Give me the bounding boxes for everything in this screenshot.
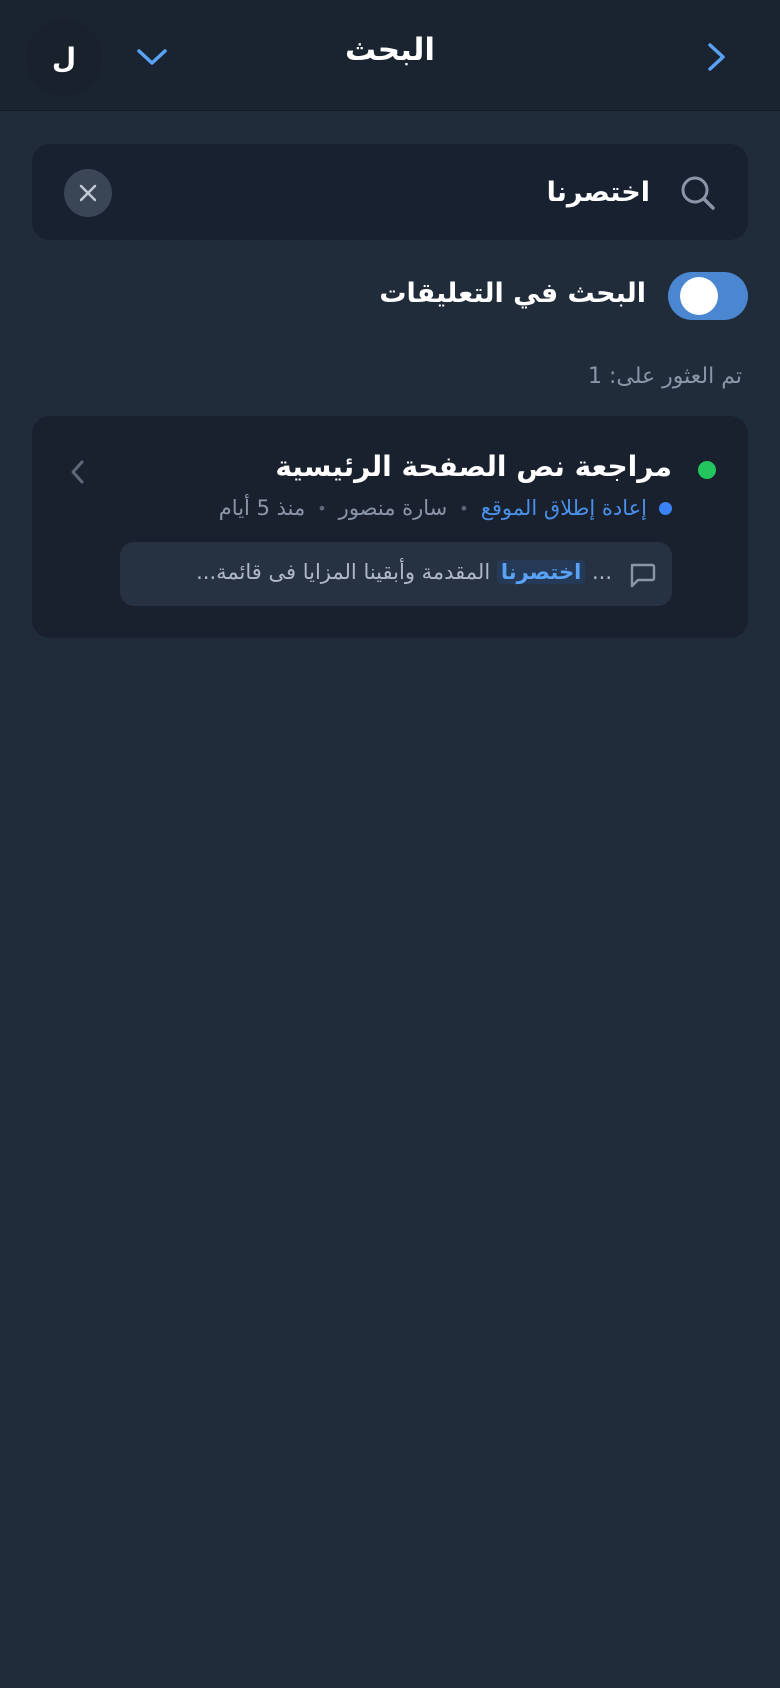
meta-separator: • [459, 498, 469, 518]
search-icon [681, 176, 715, 210]
snippet-prefix: ... [591, 560, 612, 584]
toggle-label: البحث في التعليقات [379, 278, 646, 309]
snippet-text: ... اختصرنا المقدمة وأبقينا المزايا فى ق… [196, 560, 612, 584]
avatar[interactable]: ل [26, 20, 102, 96]
page-title: البحث [344, 32, 436, 68]
result-meta: إعادة إطلاق الموقع • سارة منصور • منذ 5 … [219, 496, 672, 520]
meta-separator: • [317, 498, 327, 518]
chevron-down-icon [137, 49, 167, 65]
comment-snippet[interactable]: ... اختصرنا المقدمة وأبقينا المزايا فى ق… [120, 542, 672, 606]
search-bar [32, 144, 748, 240]
top-bar: البحث ل [0, 0, 780, 111]
author-name: سارة منصور [338, 496, 448, 520]
toggle-knob [680, 277, 718, 315]
status-dot [698, 461, 716, 479]
timestamp: منذ 5 أيام [218, 496, 306, 520]
close-icon [79, 184, 97, 202]
results-count: تم العثور على: 1 [588, 364, 742, 389]
snippet-suffix: المقدمة وأبقينا المزايا فى قائمة... [196, 560, 491, 584]
comment-icon [630, 563, 656, 588]
dropdown-button[interactable] [134, 40, 170, 74]
project-name[interactable]: إعادة إطلاق الموقع [481, 496, 647, 520]
result-title: مراجعة نص الصفحة الرئيسية [275, 450, 672, 483]
snippet-match: اختصرنا [496, 560, 586, 584]
search-input[interactable] [210, 168, 650, 216]
chevron-left-icon [71, 460, 84, 484]
result-card[interactable]: مراجعة نص الصفحة الرئيسية إعادة إطلاق ال… [32, 416, 748, 638]
search-comments-row: البحث في التعليقات [32, 268, 748, 324]
search-comments-toggle[interactable] [668, 272, 748, 320]
project-dot [659, 501, 672, 515]
clear-search-button[interactable] [64, 169, 112, 217]
